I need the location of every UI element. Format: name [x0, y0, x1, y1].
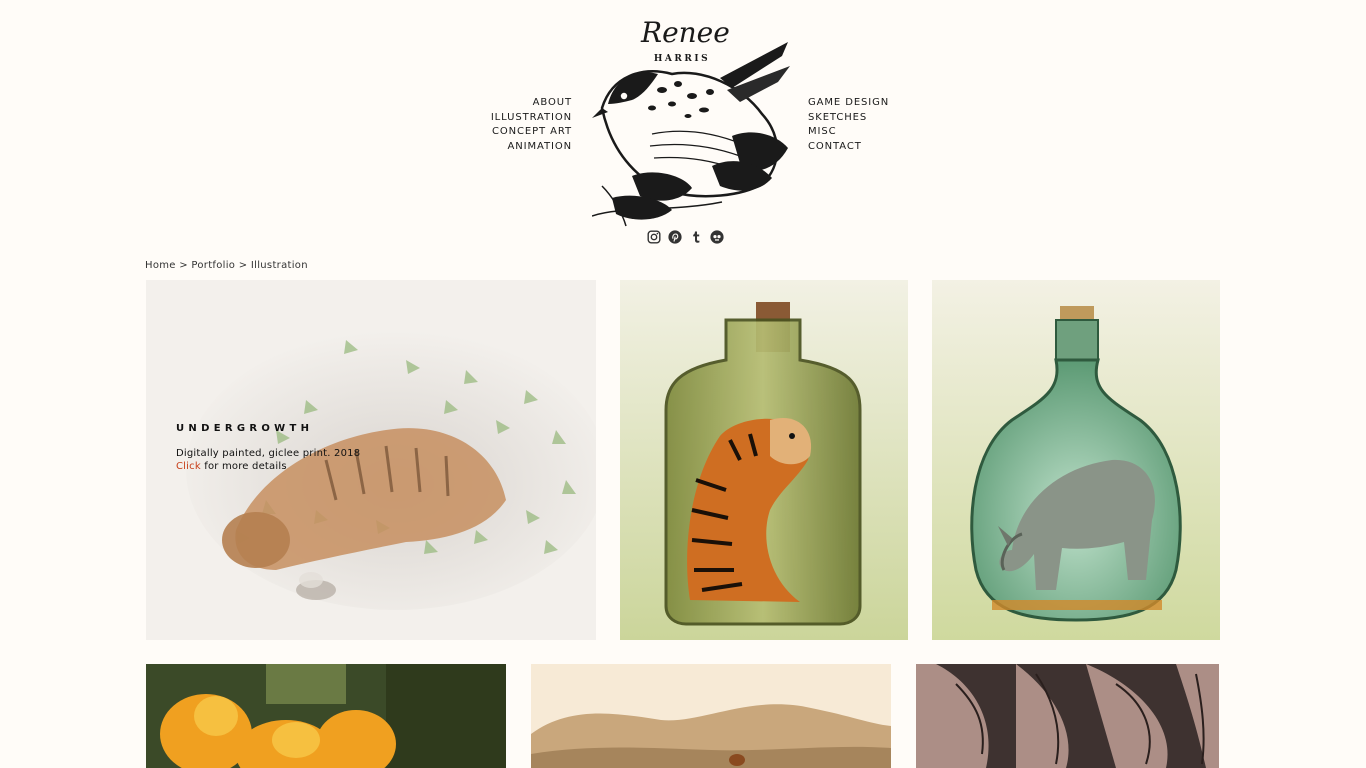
more-details-text: for more details: [204, 461, 287, 472]
artwork-description: Digitally painted, giclee print. 2018: [176, 448, 361, 459]
nav-misc[interactable]: MISC: [808, 125, 889, 140]
gallery-item-orange-flowers[interactable]: [146, 664, 506, 768]
item-hover-overlay: UNDERGROWTH Digitally painted, giclee pr…: [146, 280, 596, 640]
tumblr-icon[interactable]: [689, 230, 703, 244]
nav-left: ABOUT ILLUSTRATION CONCEPT ART ANIMATION: [491, 96, 572, 155]
tiger-bottle-artwork: [620, 280, 908, 640]
breadcrumb: Home > Portfolio > Illustration: [145, 260, 308, 271]
nav-concept-art[interactable]: CONCEPT ART: [491, 125, 572, 140]
desert-landscape-artwork: [531, 664, 891, 768]
nav-illustration[interactable]: ILLUSTRATION: [491, 111, 572, 126]
nav-sketches[interactable]: SKETCHES: [808, 111, 889, 126]
rhino-bottle-artwork: [932, 280, 1220, 640]
gallery-item-furry-creature[interactable]: [916, 664, 1219, 768]
pinterest-icon[interactable]: [668, 230, 682, 244]
instagram-icon[interactable]: [647, 230, 661, 244]
gallery-item-desert-landscape[interactable]: [531, 664, 891, 768]
logo-surname: HARRIS: [653, 54, 711, 64]
breadcrumb-separator: >: [238, 260, 248, 271]
nav-contact[interactable]: CONTACT: [808, 140, 889, 155]
nav-game-design[interactable]: GAME DESIGN: [808, 96, 889, 111]
furry-creature-artwork: [916, 664, 1219, 768]
breadcrumb-portfolio[interactable]: Portfolio: [191, 260, 235, 271]
artwork-title: UNDERGROWTH: [176, 423, 314, 434]
gallery-item-tiger-bottle[interactable]: [620, 280, 908, 640]
gallery-item-undergrowth[interactable]: UNDERGROWTH Digitally painted, giclee pr…: [146, 280, 596, 640]
orange-flowers-artwork: [146, 664, 506, 768]
nav-about[interactable]: ABOUT: [491, 96, 572, 111]
artwork-more-details: Click for more details: [176, 461, 287, 472]
redbubble-icon[interactable]: [710, 230, 724, 244]
gallery-item-rhino-bottle[interactable]: [932, 280, 1220, 640]
nav-animation[interactable]: ANIMATION: [491, 140, 572, 155]
breadcrumb-separator: >: [179, 260, 188, 271]
nav-right: GAME DESIGN SKETCHES MISC CONTACT: [808, 96, 889, 155]
logo-name: Renee: [641, 16, 730, 49]
breadcrumb-home[interactable]: Home: [145, 260, 176, 271]
click-link[interactable]: Click: [176, 461, 201, 472]
breadcrumb-current: Illustration: [250, 260, 308, 271]
